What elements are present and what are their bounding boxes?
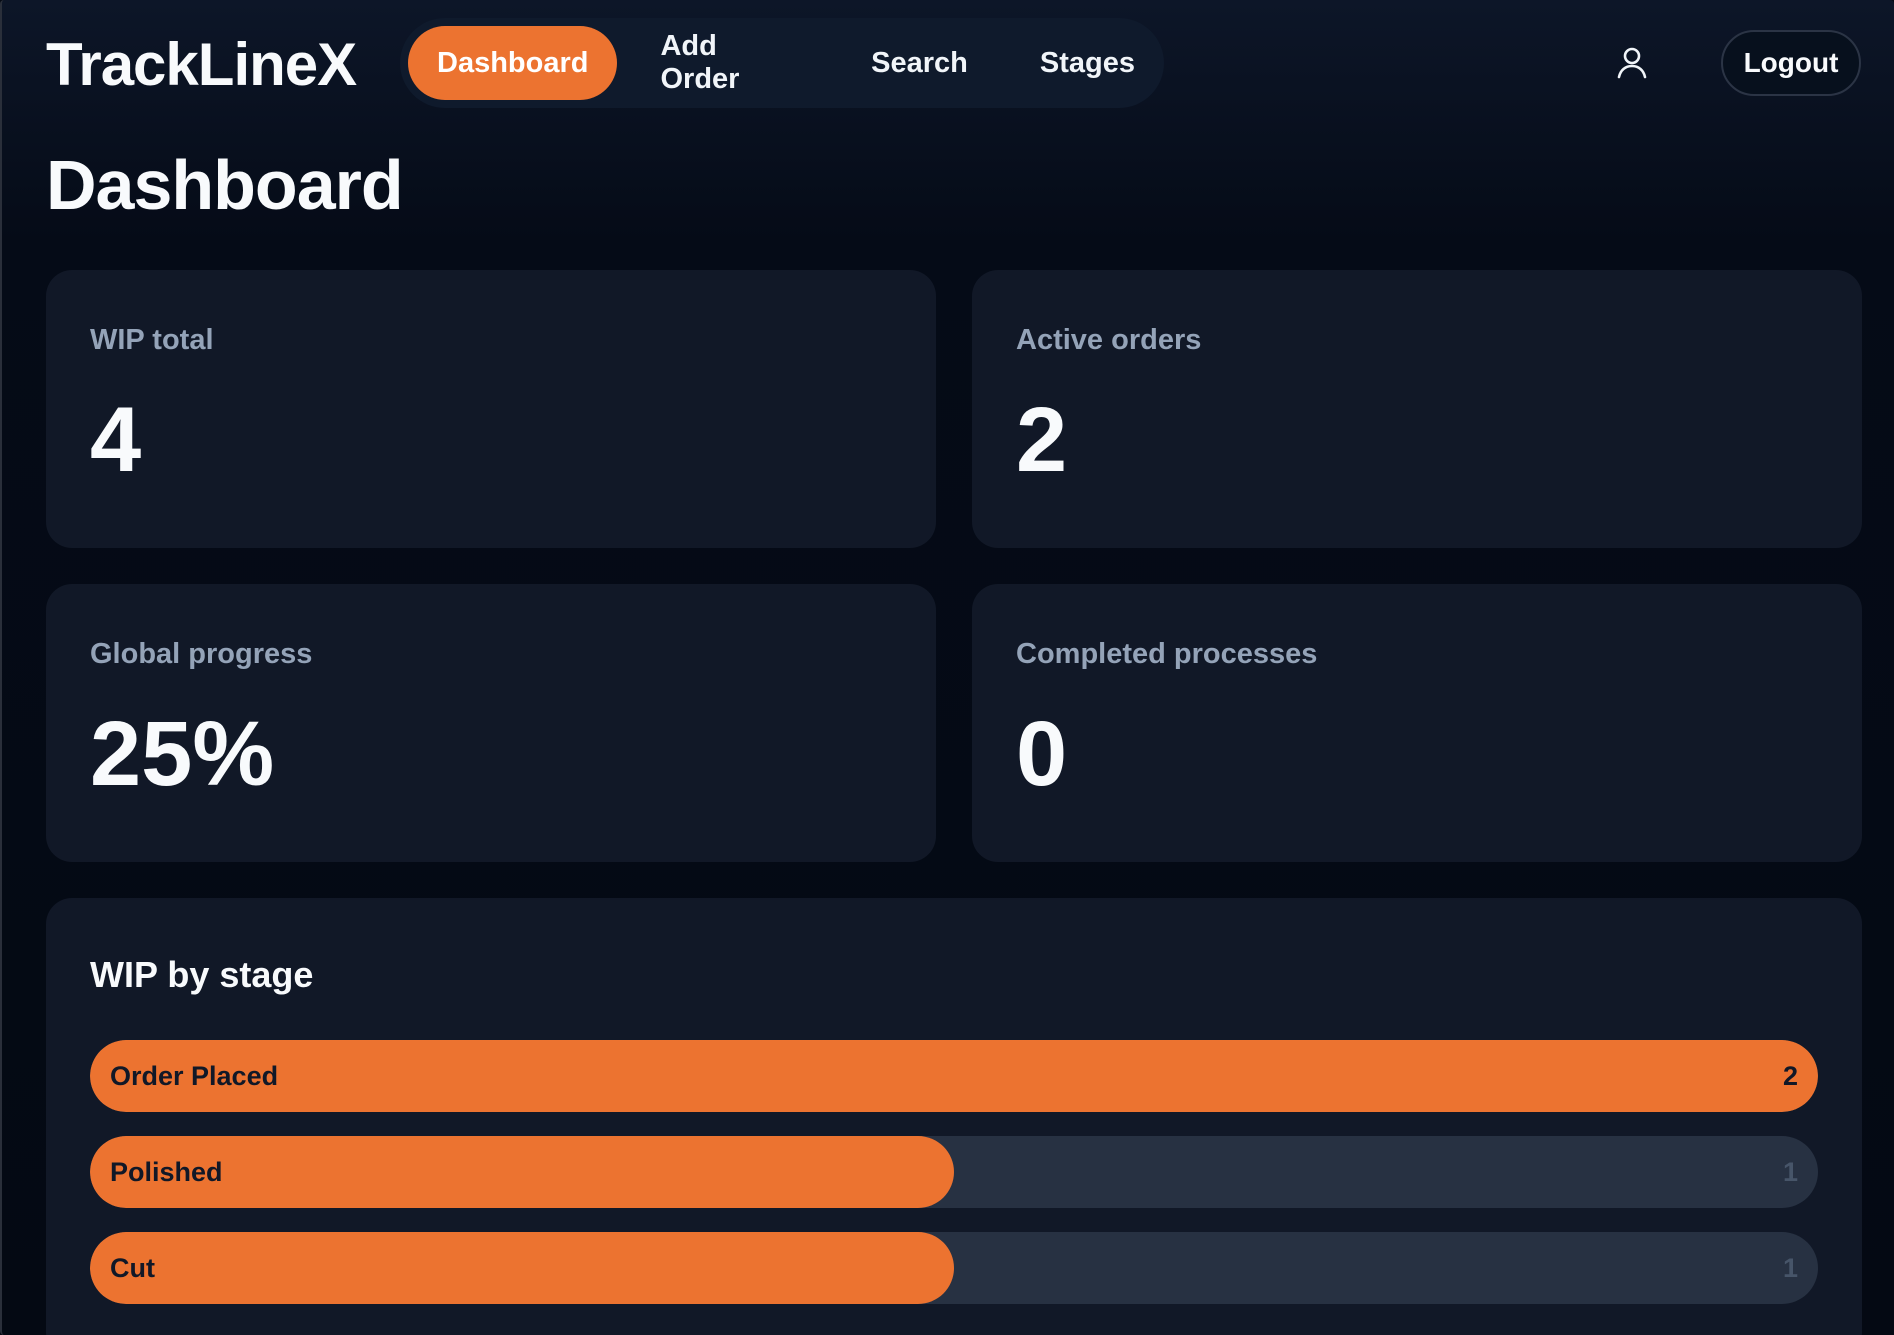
stat-card-global-progress: Global progress 25% — [46, 584, 936, 862]
stage-bar-cut: Cut 1 — [90, 1232, 1818, 1304]
stat-card-completed-processes: Completed processes 0 — [972, 584, 1862, 862]
stat-card-wip-total: WIP total 4 — [46, 270, 936, 548]
app-window: TrackLineX Dashboard Add Order Search St… — [0, 0, 1894, 1335]
wip-by-stage-panel: WIP by stage Order Placed 2 Polished 1 C… — [46, 898, 1862, 1335]
stage-bar-count: 1 — [1782, 1252, 1798, 1283]
stage-bar-label: Cut — [110, 1252, 155, 1283]
stat-value: 0 — [1016, 703, 1068, 805]
stage-bar-count: 2 — [1782, 1060, 1798, 1091]
stage-bar-order-placed: Order Placed 2 — [90, 1040, 1818, 1112]
stat-label: WIP total — [90, 324, 214, 356]
stat-value: 4 — [90, 389, 142, 491]
stage-bar-label: Order Placed — [110, 1060, 279, 1091]
logout-button[interactable]: Logout — [1721, 30, 1861, 96]
stage-bar-fill — [90, 1232, 954, 1304]
stat-label: Global progress — [90, 638, 313, 670]
app-logo[interactable]: TrackLineX — [46, 30, 357, 99]
stage-bar-count: 1 — [1782, 1156, 1798, 1187]
stat-label: Completed processes — [1016, 638, 1318, 670]
nav-search[interactable]: Search — [842, 26, 997, 100]
nav-stages[interactable]: Stages — [1011, 26, 1164, 100]
wip-by-stage-title: WIP by stage — [90, 954, 314, 995]
stat-card-active-orders: Active orders 2 — [972, 270, 1862, 548]
nav-add-order[interactable]: Add Order — [631, 26, 828, 100]
user-profile-button[interactable] — [1610, 40, 1654, 84]
top-bar: TrackLineX Dashboard Add Order Search St… — [2, 0, 1894, 125]
user-icon — [1617, 47, 1647, 79]
main-nav: Dashboard Add Order Search Stages — [400, 18, 1164, 108]
stage-bar-fill — [90, 1040, 1818, 1112]
stage-bar-label: Polished — [110, 1156, 223, 1187]
page-title: Dashboard — [46, 146, 404, 224]
stat-value: 25% — [90, 703, 275, 805]
stat-label: Active orders — [1016, 324, 1202, 356]
stage-bar-polished: Polished 1 — [90, 1136, 1818, 1208]
stat-value: 2 — [1016, 389, 1068, 491]
nav-dashboard[interactable]: Dashboard — [408, 26, 618, 100]
